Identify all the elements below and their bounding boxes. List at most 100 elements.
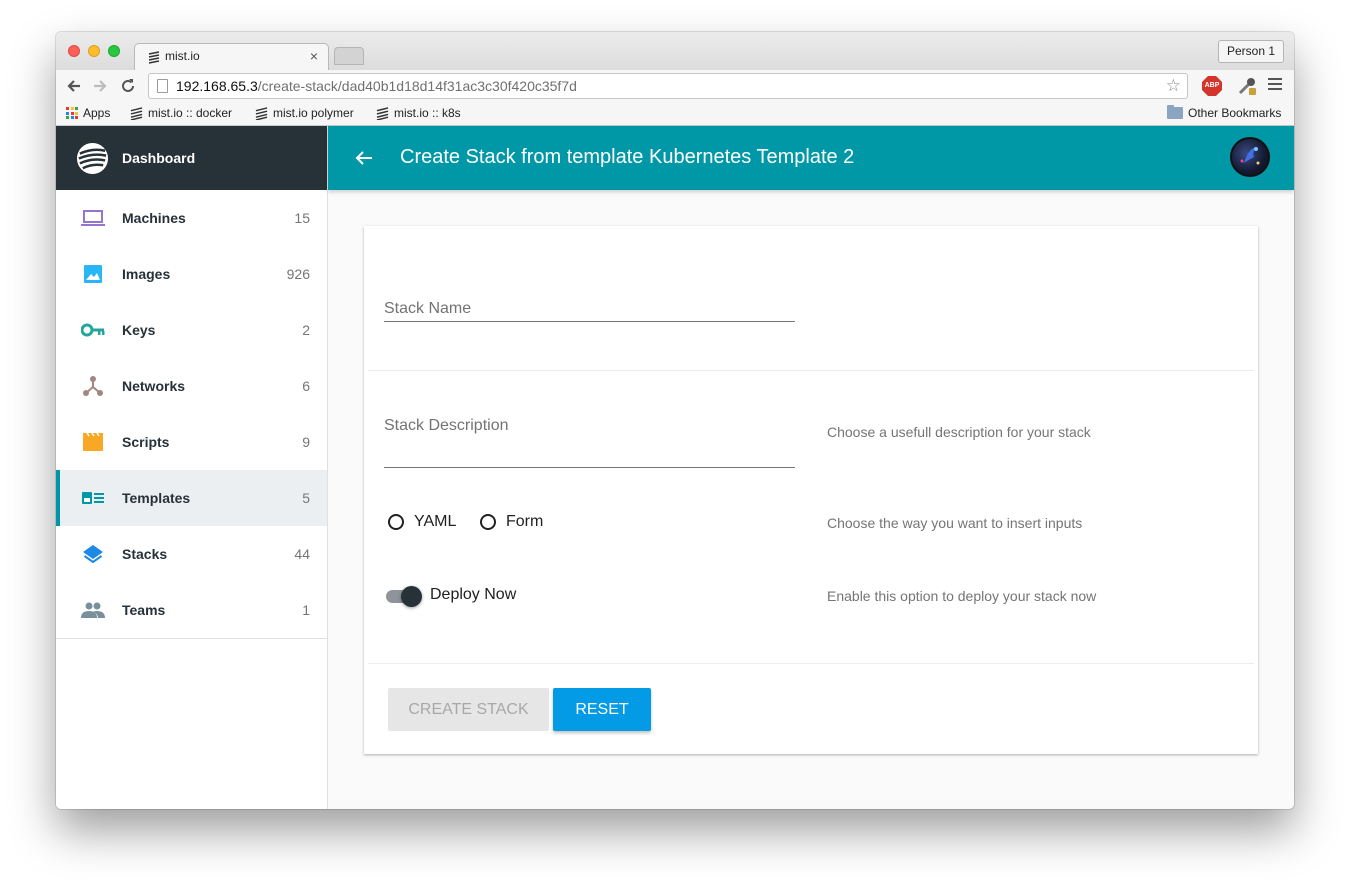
apps-icon xyxy=(66,107,78,119)
stack-name-field[interactable]: Stack Name xyxy=(384,300,795,322)
radio-label: Form xyxy=(506,513,544,530)
sidebar-item-count: 9 xyxy=(302,434,310,450)
laptop-icon xyxy=(81,210,105,226)
bookmark-apps[interactable]: Apps xyxy=(66,106,110,120)
script-icon xyxy=(83,432,103,451)
sidebar-item-label: Images xyxy=(122,266,171,282)
app-header: Create Stack from template Kubernetes Te… xyxy=(328,126,1294,190)
close-window-button[interactable] xyxy=(68,45,80,57)
bookmarks-bar: Apps mist.io :: docker mist.io polymer m… xyxy=(56,102,1294,126)
sidebar-item-machines[interactable]: Machines 15 xyxy=(56,190,327,246)
mist-logo-icon xyxy=(255,106,268,120)
address-bar[interactable]: 192.168.65.3/create-stack/dad40b1d18d14f… xyxy=(148,73,1188,99)
sidebar-item-count: 5 xyxy=(302,490,310,506)
deploy-now-toggle[interactable] xyxy=(384,585,422,607)
input-mode-help: Choose the way you want to insert inputs xyxy=(827,515,1083,531)
other-bookmarks[interactable]: Other Bookmarks xyxy=(1167,105,1282,120)
sidebar-item-keys[interactable]: Keys 2 xyxy=(56,302,327,358)
adblock-icon[interactable]: ABP xyxy=(1202,76,1222,96)
reset-button[interactable]: RESET xyxy=(553,688,651,731)
back-arrow-icon[interactable] xyxy=(352,146,376,170)
new-tab-button[interactable] xyxy=(334,47,364,65)
tab-title: mist.io xyxy=(165,49,200,63)
menu-icon[interactable] xyxy=(1268,78,1282,92)
reload-icon[interactable] xyxy=(118,76,138,96)
eyedropper-icon[interactable] xyxy=(1236,75,1258,97)
bookmark-mist-k8s[interactable]: mist.io :: k8s xyxy=(376,106,461,120)
radio-circle-icon xyxy=(480,514,496,530)
app: Dashboard Machines 15 Images 926 Keys 2 … xyxy=(56,126,1294,809)
sidebar-item-label: Stacks xyxy=(122,546,168,562)
sidebar-item-networks[interactable]: Networks 6 xyxy=(56,358,327,414)
page-title: Create Stack from template Kubernetes Te… xyxy=(400,146,855,168)
bookmark-label: mist.io polymer xyxy=(273,106,354,120)
radio-circle-icon xyxy=(388,514,404,530)
stacks-icon xyxy=(83,545,103,564)
avatar[interactable] xyxy=(1230,137,1270,177)
deploy-now-label: Deploy Now xyxy=(430,586,517,603)
sidebar-item-label: Machines xyxy=(122,210,186,226)
folder-icon xyxy=(1167,105,1183,119)
sidebar-item-count: 926 xyxy=(286,266,310,282)
titlebar: mist.io × Person 1 xyxy=(56,32,1294,70)
url-text: 192.168.65.3/create-stack/dad40b1d18d14f… xyxy=(176,78,577,94)
bookmark-label: mist.io :: docker xyxy=(148,106,233,120)
radio-form[interactable]: Form xyxy=(480,513,543,531)
forward-icon[interactable] xyxy=(90,76,110,96)
template-icon xyxy=(82,492,104,504)
mist-logo-icon xyxy=(148,51,160,64)
sidebar-item-scripts[interactable]: Scripts 9 xyxy=(56,414,327,470)
other-bookmarks-label: Other Bookmarks xyxy=(1188,106,1282,120)
sidebar-item-label: Teams xyxy=(122,602,166,618)
sidebar-item-count: 6 xyxy=(302,378,310,394)
stack-name-underline xyxy=(384,321,795,322)
sidebar-item-label: Templates xyxy=(122,490,191,506)
tab-close-icon[interactable]: × xyxy=(310,48,318,64)
page-icon xyxy=(157,79,168,93)
sidebar-item-label: Keys xyxy=(122,322,156,338)
stack-description-label: Stack Description xyxy=(384,417,509,434)
bookmark-mist-polymer[interactable]: mist.io polymer xyxy=(255,106,354,120)
sidebar-item-templates[interactable]: Templates 5 xyxy=(56,470,327,526)
back-icon[interactable] xyxy=(64,76,84,96)
sidebar-item-count: 1 xyxy=(302,602,310,618)
minimize-window-button[interactable] xyxy=(88,45,100,57)
bookmark-star-icon[interactable]: ☆ xyxy=(1166,76,1181,96)
create-stack-button[interactable]: CREATE STACK xyxy=(388,688,549,731)
stack-description-field[interactable]: Stack Description xyxy=(384,417,795,468)
stack-description-underline xyxy=(384,467,795,468)
create-stack-form: Stack Name Stack Description Choose a us… xyxy=(364,226,1258,754)
stack-name-label: Stack Name xyxy=(384,300,472,317)
section-divider xyxy=(368,663,1254,664)
dashboard-label: Dashboard xyxy=(122,150,196,166)
radio-label: YAML xyxy=(414,513,457,530)
teams-icon xyxy=(81,602,105,618)
network-icon xyxy=(83,376,103,396)
image-icon xyxy=(84,265,102,283)
mist-logo-icon xyxy=(76,142,109,174)
sidebar-item-count: 44 xyxy=(294,546,310,562)
bookmark-label: Apps xyxy=(83,106,111,120)
sidebar-item-label: Networks xyxy=(122,378,186,394)
sidebar-header[interactable]: Dashboard xyxy=(56,126,327,190)
section-divider xyxy=(368,370,1254,371)
radio-yaml[interactable]: YAML xyxy=(388,513,456,531)
key-icon xyxy=(81,323,105,337)
sidebar-item-teams[interactable]: Teams 1 xyxy=(56,582,327,638)
sidebar-item-label: Scripts xyxy=(122,434,170,450)
sidebar-divider xyxy=(56,638,327,639)
sidebar-item-images[interactable]: Images 926 xyxy=(56,246,327,302)
toggle-knob xyxy=(401,586,422,607)
profile-button[interactable]: Person 1 xyxy=(1217,40,1284,63)
browser-toolbar: 192.168.65.3/create-stack/dad40b1d18d14f… xyxy=(56,70,1294,102)
bookmark-label: mist.io :: k8s xyxy=(394,106,461,120)
stack-description-help: Choose a usefull description for your st… xyxy=(827,424,1091,440)
mist-logo-icon xyxy=(130,106,143,120)
bookmark-mist-docker[interactable]: mist.io :: docker xyxy=(130,106,232,120)
sidebar: Dashboard Machines 15 Images 926 Keys 2 … xyxy=(56,126,328,809)
browser-tab[interactable]: mist.io × xyxy=(134,43,329,70)
sidebar-item-stacks[interactable]: Stacks 44 xyxy=(56,526,327,582)
deploy-now-help: Enable this option to deploy your stack … xyxy=(827,588,1097,604)
maximize-window-button[interactable] xyxy=(108,45,120,57)
browser-window: mist.io × Person 1 192.168.65.3/create-s… xyxy=(56,32,1294,809)
